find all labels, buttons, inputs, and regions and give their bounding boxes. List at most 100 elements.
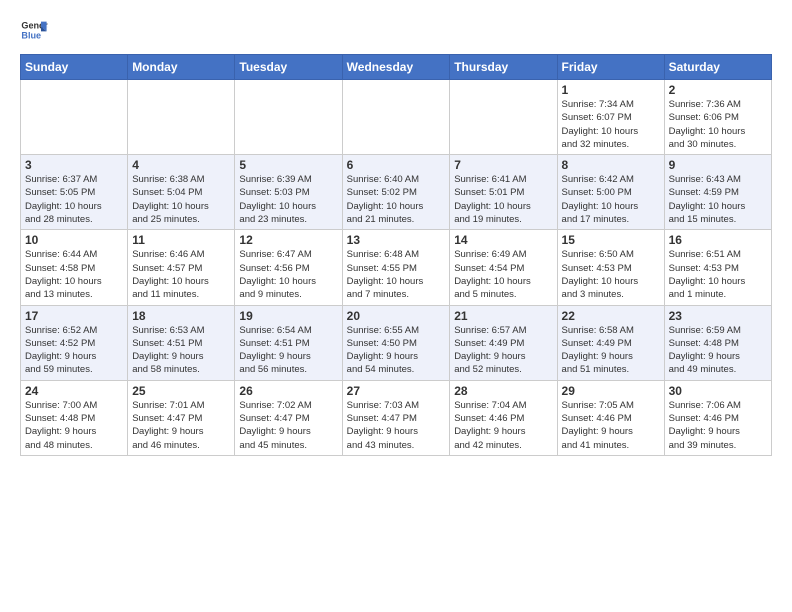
day-info: Sunrise: 6:38 AM Sunset: 5:04 PM Dayligh… (132, 173, 230, 226)
calendar-cell: 10Sunrise: 6:44 AM Sunset: 4:58 PM Dayli… (21, 230, 128, 305)
day-info: Sunrise: 6:54 AM Sunset: 4:51 PM Dayligh… (239, 324, 337, 377)
logo-icon: General Blue (20, 16, 48, 44)
day-of-week-header: Tuesday (235, 55, 342, 80)
day-number: 26 (239, 384, 337, 398)
header: General Blue (20, 16, 772, 44)
day-number: 6 (347, 158, 446, 172)
day-number: 30 (669, 384, 767, 398)
day-number: 10 (25, 233, 123, 247)
calendar-cell: 28Sunrise: 7:04 AM Sunset: 4:46 PM Dayli… (450, 380, 557, 455)
day-info: Sunrise: 6:57 AM Sunset: 4:49 PM Dayligh… (454, 324, 552, 377)
day-number: 28 (454, 384, 552, 398)
calendar-cell: 6Sunrise: 6:40 AM Sunset: 5:02 PM Daylig… (342, 155, 450, 230)
day-info: Sunrise: 6:37 AM Sunset: 5:05 PM Dayligh… (25, 173, 123, 226)
day-info: Sunrise: 7:34 AM Sunset: 6:07 PM Dayligh… (562, 98, 660, 151)
calendar-week-row: 10Sunrise: 6:44 AM Sunset: 4:58 PM Dayli… (21, 230, 772, 305)
day-number: 13 (347, 233, 446, 247)
day-info: Sunrise: 6:52 AM Sunset: 4:52 PM Dayligh… (25, 324, 123, 377)
day-of-week-header: Friday (557, 55, 664, 80)
day-of-week-header: Saturday (664, 55, 771, 80)
day-number: 3 (25, 158, 123, 172)
day-info: Sunrise: 6:43 AM Sunset: 4:59 PM Dayligh… (669, 173, 767, 226)
day-info: Sunrise: 6:51 AM Sunset: 4:53 PM Dayligh… (669, 248, 767, 301)
day-number: 9 (669, 158, 767, 172)
day-number: 16 (669, 233, 767, 247)
day-number: 20 (347, 309, 446, 323)
calendar-cell: 8Sunrise: 6:42 AM Sunset: 5:00 PM Daylig… (557, 155, 664, 230)
day-number: 1 (562, 83, 660, 97)
calendar-cell: 15Sunrise: 6:50 AM Sunset: 4:53 PM Dayli… (557, 230, 664, 305)
day-number: 12 (239, 233, 337, 247)
day-info: Sunrise: 7:04 AM Sunset: 4:46 PM Dayligh… (454, 399, 552, 452)
day-info: Sunrise: 7:01 AM Sunset: 4:47 PM Dayligh… (132, 399, 230, 452)
day-info: Sunrise: 7:06 AM Sunset: 4:46 PM Dayligh… (669, 399, 767, 452)
calendar-cell: 11Sunrise: 6:46 AM Sunset: 4:57 PM Dayli… (128, 230, 235, 305)
day-info: Sunrise: 6:39 AM Sunset: 5:03 PM Dayligh… (239, 173, 337, 226)
day-number: 23 (669, 309, 767, 323)
day-of-week-header: Wednesday (342, 55, 450, 80)
calendar-table: SundayMondayTuesdayWednesdayThursdayFrid… (20, 54, 772, 456)
calendar-cell: 22Sunrise: 6:58 AM Sunset: 4:49 PM Dayli… (557, 305, 664, 380)
day-of-week-header: Monday (128, 55, 235, 80)
calendar-header-row: SundayMondayTuesdayWednesdayThursdayFrid… (21, 55, 772, 80)
logo: General Blue (20, 16, 48, 44)
day-info: Sunrise: 6:50 AM Sunset: 4:53 PM Dayligh… (562, 248, 660, 301)
day-number: 2 (669, 83, 767, 97)
day-of-week-header: Thursday (450, 55, 557, 80)
day-of-week-header: Sunday (21, 55, 128, 80)
calendar-cell: 7Sunrise: 6:41 AM Sunset: 5:01 PM Daylig… (450, 155, 557, 230)
day-info: Sunrise: 6:44 AM Sunset: 4:58 PM Dayligh… (25, 248, 123, 301)
calendar-cell: 29Sunrise: 7:05 AM Sunset: 4:46 PM Dayli… (557, 380, 664, 455)
day-info: Sunrise: 7:36 AM Sunset: 6:06 PM Dayligh… (669, 98, 767, 151)
day-number: 5 (239, 158, 337, 172)
calendar-cell: 27Sunrise: 7:03 AM Sunset: 4:47 PM Dayli… (342, 380, 450, 455)
day-number: 21 (454, 309, 552, 323)
day-info: Sunrise: 6:53 AM Sunset: 4:51 PM Dayligh… (132, 324, 230, 377)
calendar-cell: 18Sunrise: 6:53 AM Sunset: 4:51 PM Dayli… (128, 305, 235, 380)
calendar-cell: 24Sunrise: 7:00 AM Sunset: 4:48 PM Dayli… (21, 380, 128, 455)
calendar-cell (128, 80, 235, 155)
day-number: 18 (132, 309, 230, 323)
day-number: 24 (25, 384, 123, 398)
day-info: Sunrise: 6:47 AM Sunset: 4:56 PM Dayligh… (239, 248, 337, 301)
day-info: Sunrise: 6:48 AM Sunset: 4:55 PM Dayligh… (347, 248, 446, 301)
calendar-week-row: 17Sunrise: 6:52 AM Sunset: 4:52 PM Dayli… (21, 305, 772, 380)
day-number: 27 (347, 384, 446, 398)
day-number: 17 (25, 309, 123, 323)
calendar-cell: 25Sunrise: 7:01 AM Sunset: 4:47 PM Dayli… (128, 380, 235, 455)
calendar-cell: 21Sunrise: 6:57 AM Sunset: 4:49 PM Dayli… (450, 305, 557, 380)
calendar-cell: 2Sunrise: 7:36 AM Sunset: 6:06 PM Daylig… (664, 80, 771, 155)
calendar-cell (342, 80, 450, 155)
day-info: Sunrise: 6:58 AM Sunset: 4:49 PM Dayligh… (562, 324, 660, 377)
calendar-week-row: 24Sunrise: 7:00 AM Sunset: 4:48 PM Dayli… (21, 380, 772, 455)
calendar-cell (21, 80, 128, 155)
calendar-cell: 1Sunrise: 7:34 AM Sunset: 6:07 PM Daylig… (557, 80, 664, 155)
day-number: 25 (132, 384, 230, 398)
day-info: Sunrise: 7:02 AM Sunset: 4:47 PM Dayligh… (239, 399, 337, 452)
calendar-cell: 4Sunrise: 6:38 AM Sunset: 5:04 PM Daylig… (128, 155, 235, 230)
page: General Blue SundayMondayTuesdayWednesda… (0, 0, 792, 476)
day-number: 11 (132, 233, 230, 247)
calendar-cell: 12Sunrise: 6:47 AM Sunset: 4:56 PM Dayli… (235, 230, 342, 305)
day-number: 8 (562, 158, 660, 172)
day-number: 15 (562, 233, 660, 247)
day-info: Sunrise: 6:46 AM Sunset: 4:57 PM Dayligh… (132, 248, 230, 301)
calendar-cell: 14Sunrise: 6:49 AM Sunset: 4:54 PM Dayli… (450, 230, 557, 305)
calendar-cell: 13Sunrise: 6:48 AM Sunset: 4:55 PM Dayli… (342, 230, 450, 305)
calendar-cell: 5Sunrise: 6:39 AM Sunset: 5:03 PM Daylig… (235, 155, 342, 230)
calendar-cell: 17Sunrise: 6:52 AM Sunset: 4:52 PM Dayli… (21, 305, 128, 380)
day-info: Sunrise: 6:55 AM Sunset: 4:50 PM Dayligh… (347, 324, 446, 377)
svg-text:Blue: Blue (21, 30, 41, 40)
day-info: Sunrise: 7:00 AM Sunset: 4:48 PM Dayligh… (25, 399, 123, 452)
calendar-cell: 30Sunrise: 7:06 AM Sunset: 4:46 PM Dayli… (664, 380, 771, 455)
day-info: Sunrise: 6:59 AM Sunset: 4:48 PM Dayligh… (669, 324, 767, 377)
calendar-week-row: 1Sunrise: 7:34 AM Sunset: 6:07 PM Daylig… (21, 80, 772, 155)
day-number: 19 (239, 309, 337, 323)
calendar-week-row: 3Sunrise: 6:37 AM Sunset: 5:05 PM Daylig… (21, 155, 772, 230)
day-info: Sunrise: 6:49 AM Sunset: 4:54 PM Dayligh… (454, 248, 552, 301)
calendar-cell: 3Sunrise: 6:37 AM Sunset: 5:05 PM Daylig… (21, 155, 128, 230)
calendar-cell: 16Sunrise: 6:51 AM Sunset: 4:53 PM Dayli… (664, 230, 771, 305)
calendar-cell: 20Sunrise: 6:55 AM Sunset: 4:50 PM Dayli… (342, 305, 450, 380)
day-info: Sunrise: 6:41 AM Sunset: 5:01 PM Dayligh… (454, 173, 552, 226)
calendar-cell: 9Sunrise: 6:43 AM Sunset: 4:59 PM Daylig… (664, 155, 771, 230)
